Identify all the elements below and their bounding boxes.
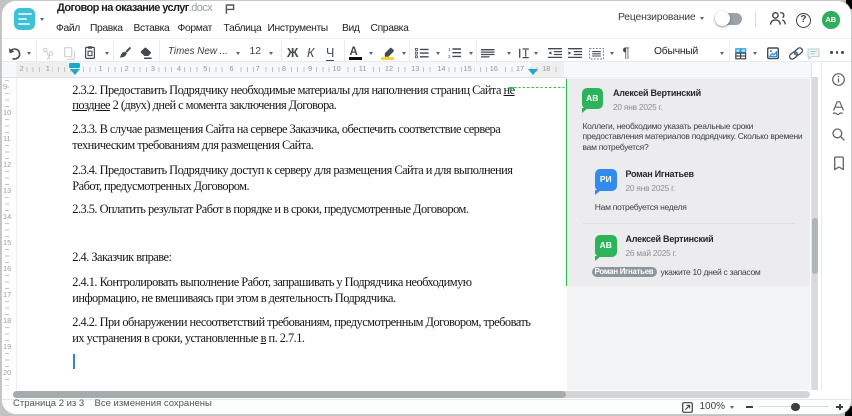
svg-text:2: 2 <box>448 54 451 59</box>
svg-text:1: 1 <box>448 47 451 52</box>
